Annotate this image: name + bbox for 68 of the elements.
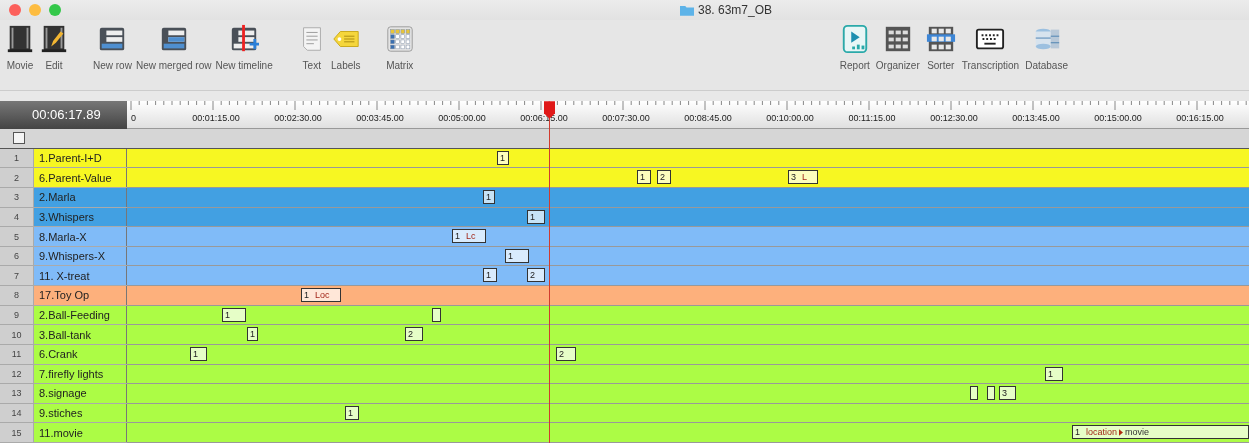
- film-edit-icon: [39, 24, 69, 54]
- toolbar-button[interactable]: Organizer: [874, 22, 921, 73]
- toolbar-button[interactable]: Labels: [329, 22, 362, 73]
- toolbar-button[interactable]: New timeline: [214, 22, 274, 73]
- current-time: 00:06:17.89: [0, 101, 127, 129]
- event-marker[interactable]: 1: [497, 150, 509, 165]
- event-marker[interactable]: 1: [1045, 366, 1063, 381]
- event-marker[interactable]: 2: [657, 170, 671, 185]
- row-name[interactable]: 8.signage: [34, 384, 127, 403]
- ruler-label: 00:05:00.00: [437, 113, 487, 123]
- row-name[interactable]: 17.Toy Op: [34, 286, 127, 305]
- event-marker[interactable]: 1: [637, 170, 651, 185]
- event-marker[interactable]: 1: [527, 209, 545, 224]
- ruler-label: 00:01:15.00: [191, 113, 241, 123]
- toolbar-button[interactable]: Movie: [4, 22, 36, 73]
- event-marker[interactable]: [432, 307, 441, 322]
- folder-icon: [680, 4, 694, 16]
- toolbar-button[interactable]: New merged row: [134, 22, 213, 73]
- event-marker[interactable]: [987, 386, 995, 401]
- ruler-label: 00:08:45.00: [683, 113, 733, 123]
- triangle-icon: [1119, 428, 1124, 436]
- row-name[interactable]: 3.Ball-tank: [34, 325, 127, 344]
- toolbar-button[interactable]: Matrix: [383, 22, 416, 73]
- event-marker[interactable]: 1 location movie: [1072, 425, 1249, 440]
- select-all-checkbox[interactable]: [13, 132, 25, 145]
- ruler-label: 00:07:30.00: [601, 113, 651, 123]
- event-marker[interactable]: 2: [405, 327, 423, 342]
- event-marker[interactable]: 2: [527, 268, 545, 283]
- row-name[interactable]: 8.Marla-X: [34, 227, 127, 246]
- ruler-label: 00:02:30.00: [273, 113, 323, 123]
- ruler-label: 00:10:00.00: [765, 113, 815, 123]
- sorter-icon: [925, 24, 956, 54]
- toolbar-button[interactable]: Report: [838, 22, 871, 73]
- event-marker[interactable]: 3 L: [788, 170, 818, 185]
- timeline-icon: [229, 24, 260, 54]
- ruler-label: 00:16:15.00: [1175, 113, 1225, 123]
- ruler-label: 0: [131, 113, 136, 123]
- event-marker[interactable]: 1: [483, 190, 495, 205]
- toolbar-button[interactable]: Text: [295, 22, 328, 73]
- event-marker[interactable]: 1: [345, 405, 359, 420]
- event-marker[interactable]: 1: [483, 268, 497, 283]
- toolbar-button[interactable]: Edit: [38, 22, 70, 73]
- toolbar-button[interactable]: Transcription: [960, 22, 1021, 73]
- ruler-label: 00:03:45.00: [355, 113, 405, 123]
- event-marker[interactable]: [970, 386, 978, 401]
- matrix-icon: [384, 24, 415, 54]
- ruler-label: 00:12:30.00: [929, 113, 979, 123]
- ruler-label: 00:15:00.00: [1093, 113, 1143, 123]
- toolbar-button[interactable]: Sorter: [924, 22, 957, 73]
- event-marker[interactable]: 1: [222, 307, 246, 322]
- toolbar-button[interactable]: Database: [1024, 22, 1069, 73]
- close-button[interactable]: [9, 4, 21, 16]
- event-marker[interactable]: 1: [247, 327, 258, 342]
- window-title: 38. 63m7_OB: [698, 3, 773, 17]
- event-marker[interactable]: 3: [999, 386, 1016, 401]
- toolbar-button[interactable]: New row: [92, 22, 133, 73]
- event-marker[interactable]: 1 Lc: [452, 229, 486, 244]
- row-name[interactable]: 2.Marla: [34, 188, 127, 207]
- row-name[interactable]: 11. X-treat: [34, 266, 127, 286]
- event-marker[interactable]: 2: [556, 346, 576, 361]
- event-marker[interactable]: 1: [190, 346, 207, 361]
- film-icon: [5, 24, 35, 54]
- row-name[interactable]: 11.movie: [34, 423, 127, 442]
- ruler-label: 00:11:15.00: [847, 113, 897, 123]
- row-name[interactable]: 6.Parent-Value: [34, 168, 127, 188]
- event-marker[interactable]: 1 Loc: [301, 288, 341, 303]
- ruler-label: 00:13:45.00: [1011, 113, 1061, 123]
- event-marker[interactable]: 1: [505, 248, 529, 263]
